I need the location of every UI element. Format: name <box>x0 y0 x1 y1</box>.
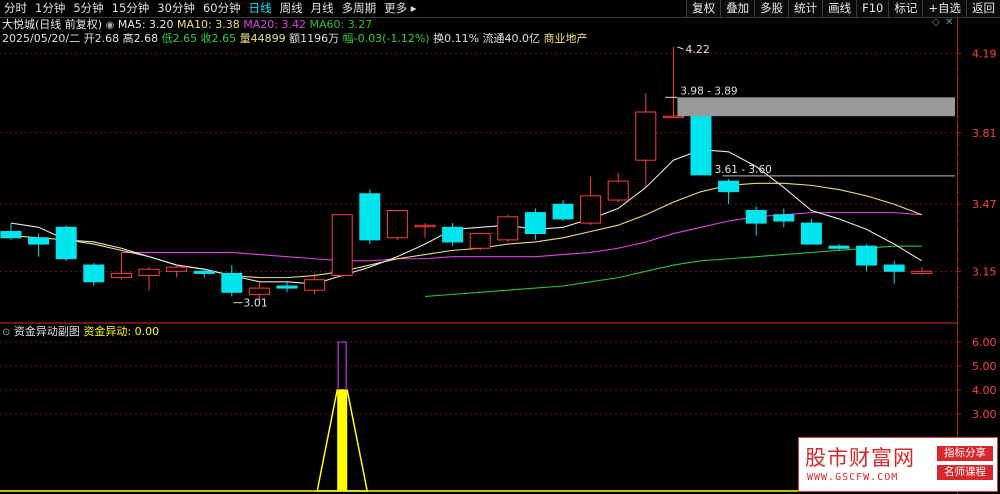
candle-body-29 <box>800 222 822 245</box>
candle-body-28 <box>773 214 795 222</box>
candle-body-21 <box>580 195 602 224</box>
candle-body-2 <box>55 226 77 260</box>
candle-body-16 <box>442 226 464 243</box>
candle-body-6 <box>166 266 188 272</box>
candle-body-22 <box>607 180 629 201</box>
candle-body-1 <box>28 237 50 245</box>
candles <box>0 47 933 301</box>
candle-body-32 <box>883 264 905 272</box>
watermark-title: 股市财富网 <box>805 446 915 470</box>
candle-body-9 <box>248 287 270 295</box>
candle-body-10 <box>276 285 298 289</box>
grid-lines <box>0 18 958 494</box>
candle-body-25 <box>690 115 712 176</box>
candle-body-20 <box>552 203 574 220</box>
sub-tick-label-3: 3.00 <box>972 408 997 421</box>
candle-body-31 <box>856 245 878 266</box>
low-mark-label: 3.01 <box>243 297 268 310</box>
candle-body-5 <box>138 268 160 277</box>
candle-body-26 <box>718 180 740 193</box>
candle-body-15 <box>414 224 436 228</box>
candle-body-23 <box>635 111 657 161</box>
candle-body-13 <box>359 193 381 241</box>
watermark-url: WWW.GSCFW.COM <box>807 472 899 483</box>
price-tick-label-2: 3.47 <box>972 198 997 211</box>
sub-tick-label-1: 5.00 <box>972 360 997 373</box>
watermark-tag-2: 名师课程 <box>937 465 993 480</box>
price-tick-label-3: 3.15 <box>972 265 997 278</box>
high-mark-line <box>677 46 684 50</box>
gap-box-upper <box>677 97 955 117</box>
watermark-tag-1: 指标分享 <box>937 446 993 461</box>
high-mark-label: 4.22 <box>685 43 710 56</box>
candle-body-18 <box>497 216 519 241</box>
signal-bar <box>337 390 348 491</box>
candle-body-33 <box>911 270 933 274</box>
candle-body-14 <box>386 210 408 239</box>
ma60-line <box>424 245 922 298</box>
candle-body-30 <box>828 245 850 249</box>
candle-body-11 <box>304 279 326 291</box>
ma10-line <box>10 182 922 279</box>
price-tick-label-1: 3.81 <box>972 127 997 140</box>
sub-tick-label-2: 4.00 <box>972 384 997 397</box>
collapse-icon[interactable]: ⊙ <box>2 327 10 338</box>
sub-chart-title: ⊙ 资金异动副图 资金异动: 0.00 <box>2 325 159 339</box>
diamond-icon[interactable]: ◇ <box>932 17 940 28</box>
watermark: 股市财富网 WWW.GSCFW.COM 指标分享 名师课程 <box>798 437 998 492</box>
candle-body-7 <box>193 270 215 274</box>
close-icon[interactable]: ✕ <box>945 17 953 28</box>
candle-body-3 <box>83 264 105 283</box>
price-tick-label-0: 4.19 <box>972 47 997 60</box>
price-axis: 4.19 3.81 3.47 3.15 <box>957 47 997 307</box>
candle-body-17 <box>469 233 491 249</box>
gap-upper-label: 3.98 - 3.89 <box>680 85 737 97</box>
sub-tick-label-0: 6.00 <box>972 336 997 349</box>
gap-lower-label: 3.61 - 3.60 <box>715 164 772 176</box>
candle-body-19 <box>524 212 546 235</box>
sub-axis: 6.00 5.00 4.00 3.00 <box>957 336 997 421</box>
candle-body-4 <box>110 272 132 279</box>
candle-body-0 <box>0 230 22 239</box>
sub-chart-name: 资金异动副图 <box>13 325 80 338</box>
candle-body-12 <box>331 214 353 277</box>
candle-body-27 <box>745 210 767 224</box>
kline-chart[interactable]: 4.22 3.01 3.98 - 3.89 3.61 - 3.60 4.19 3.81 3… <box>0 0 1000 494</box>
candle-body-24 <box>662 115 684 119</box>
sub-indicator-value: 资金异动: 0.00 <box>83 325 160 338</box>
candle-body-8 <box>221 272 243 293</box>
